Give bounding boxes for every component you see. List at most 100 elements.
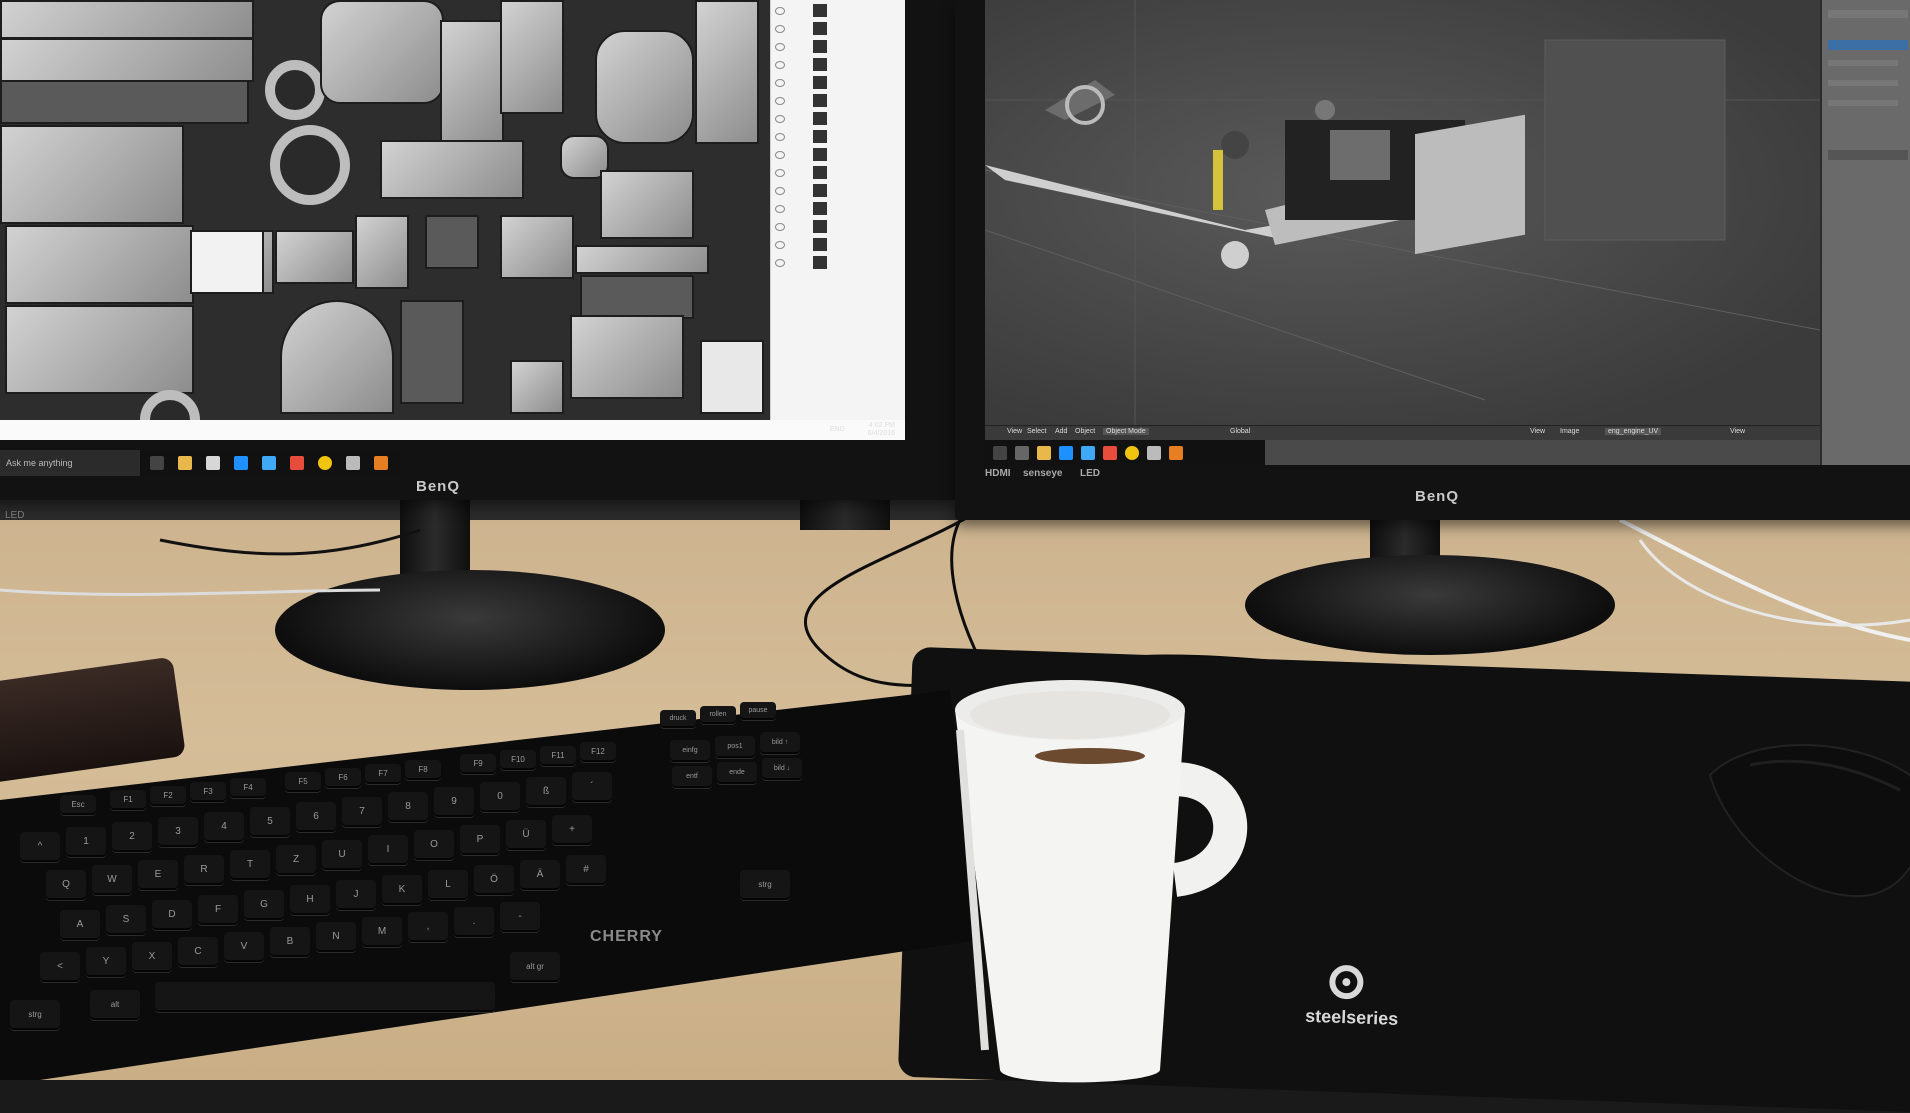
panel-row[interactable]: [1828, 10, 1908, 18]
panel-row[interactable]: [1828, 60, 1898, 66]
layer-row[interactable]: [775, 220, 900, 234]
menu-add[interactable]: Add: [1055, 428, 1067, 435]
eye-icon[interactable]: [775, 43, 785, 51]
key-f11[interactable]: F11: [540, 746, 576, 766]
key-einfg[interactable]: einfg: [670, 740, 710, 762]
key-g[interactable]: G: [244, 890, 284, 920]
key-period[interactable]: .: [454, 907, 494, 937]
key-x[interactable]: X: [132, 942, 172, 972]
key-u[interactable]: U: [322, 840, 362, 870]
key-f2[interactable]: F2: [150, 786, 186, 806]
key-f9[interactable]: F9: [460, 754, 496, 774]
key-bild-down[interactable]: bild ↓: [762, 758, 802, 780]
layer-row[interactable]: [775, 112, 900, 126]
key-0[interactable]: 0: [480, 782, 520, 812]
eye-icon[interactable]: [775, 151, 785, 159]
chrome-icon[interactable]: [318, 456, 332, 470]
key-p[interactable]: P: [460, 825, 500, 855]
key-pause[interactable]: pause: [740, 702, 776, 720]
task-view-icon[interactable]: [150, 456, 164, 470]
app-icon[interactable]: [1103, 446, 1117, 460]
eye-icon[interactable]: [775, 61, 785, 69]
keyboard[interactable]: druck rollen pause einfg pos1 bild ↑ ent…: [0, 690, 980, 1080]
key-7[interactable]: 7: [342, 797, 382, 827]
eye-icon[interactable]: [775, 187, 785, 195]
key-v[interactable]: V: [224, 932, 264, 962]
key-w[interactable]: W: [92, 865, 132, 895]
key-z[interactable]: Z: [276, 845, 316, 875]
store-icon[interactable]: [206, 456, 220, 470]
layer-row[interactable]: [775, 238, 900, 252]
menu-select[interactable]: Select: [1027, 428, 1046, 435]
key-altgr[interactable]: alt gr: [510, 952, 560, 982]
3d-viewport[interactable]: [985, 0, 1821, 425]
app-icon[interactable]: [1147, 446, 1161, 460]
layer-row[interactable]: [775, 22, 900, 36]
key-rollen[interactable]: rollen: [700, 706, 736, 724]
key-sz[interactable]: ß: [526, 777, 566, 807]
key-o[interactable]: O: [414, 830, 454, 860]
layer-row[interactable]: [775, 4, 900, 18]
panel-row[interactable]: [1828, 100, 1898, 106]
key-5[interactable]: 5: [250, 807, 290, 837]
menu-view[interactable]: View: [1007, 428, 1022, 435]
key-alt[interactable]: alt: [90, 990, 140, 1020]
key-plus[interactable]: +: [552, 815, 592, 845]
key-esc[interactable]: Esc: [60, 795, 96, 815]
blender-icon[interactable]: [374, 456, 388, 470]
panel-row-selected[interactable]: [1828, 40, 1908, 50]
key-1[interactable]: 1: [66, 827, 106, 857]
key-8[interactable]: 8: [388, 792, 428, 822]
key-druck[interactable]: druck: [660, 710, 696, 728]
key-caret[interactable]: ^: [20, 832, 60, 862]
menu-object[interactable]: Object: [1075, 428, 1095, 435]
layer-row[interactable]: [775, 40, 900, 54]
app-icon[interactable]: [1081, 446, 1095, 460]
eye-icon[interactable]: [775, 25, 785, 33]
folder-icon[interactable]: [178, 456, 192, 470]
key-j[interactable]: J: [336, 880, 376, 910]
uv-texture-canvas[interactable]: [0, 0, 770, 440]
key-space[interactable]: [155, 982, 495, 1012]
key-h[interactable]: H: [290, 885, 330, 915]
key-b[interactable]: B: [270, 927, 310, 957]
image-name-field[interactable]: eng_engine_UV: [1605, 428, 1662, 435]
eye-icon[interactable]: [775, 7, 785, 15]
key-ende[interactable]: ende: [717, 762, 757, 784]
key-ctrl-left[interactable]: strg: [10, 1000, 60, 1030]
key-i[interactable]: I: [368, 835, 408, 865]
key-entf[interactable]: entf: [672, 766, 712, 788]
key-f1[interactable]: F1: [110, 790, 146, 810]
key-minus[interactable]: -: [500, 902, 540, 932]
eye-icon[interactable]: [775, 205, 785, 213]
key-4[interactable]: 4: [204, 812, 244, 842]
eye-icon[interactable]: [775, 133, 785, 141]
uv-menu-view[interactable]: View: [1530, 428, 1545, 435]
eye-icon[interactable]: [775, 115, 785, 123]
key-c[interactable]: C: [178, 937, 218, 967]
eye-icon[interactable]: [775, 223, 785, 231]
uv-menu-image[interactable]: Image: [1560, 428, 1579, 435]
key-y[interactable]: Y: [86, 947, 126, 977]
key-f6[interactable]: F6: [325, 768, 361, 788]
key-f3[interactable]: F3: [190, 782, 226, 802]
key-acute[interactable]: ´: [572, 772, 612, 802]
skype-icon[interactable]: [234, 456, 248, 470]
eye-icon[interactable]: [775, 79, 785, 87]
folder-icon[interactable]: [1037, 446, 1051, 460]
key-bild-up[interactable]: bild ↑: [760, 732, 800, 754]
eye-icon[interactable]: [775, 241, 785, 249]
start-icon[interactable]: [993, 446, 1007, 460]
orientation-selector[interactable]: Global: [1230, 428, 1250, 435]
computer-mouse[interactable]: [1690, 735, 1910, 905]
key-d[interactable]: D: [152, 900, 192, 930]
key-f5[interactable]: F5: [285, 772, 321, 792]
mode-selector[interactable]: Object Mode: [1103, 428, 1149, 435]
chrome-icon[interactable]: [1125, 446, 1139, 460]
layer-row[interactable]: [775, 94, 900, 108]
key-a[interactable]: A: [60, 910, 100, 940]
eye-icon[interactable]: [775, 259, 785, 267]
layer-row[interactable]: [775, 58, 900, 72]
panel-row[interactable]: [1828, 150, 1908, 160]
key-ae[interactable]: Ä: [520, 860, 560, 890]
